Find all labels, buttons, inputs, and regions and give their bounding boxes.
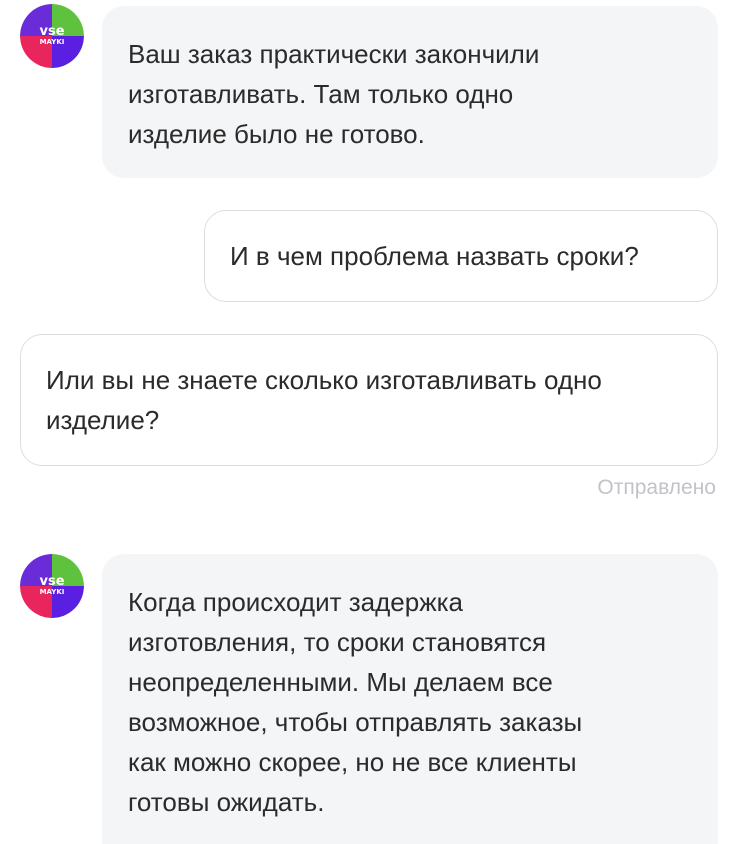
message-text: Или вы не знаете сколько изготавливать о…: [46, 365, 602, 435]
avatar-vse-mayki-logo-icon: vse MAYKI: [20, 554, 84, 618]
message-text: Ваш заказ практически закончили изготавл…: [128, 39, 540, 149]
svg-text:MAYKI: MAYKI: [40, 588, 65, 596]
message-bubble-incoming: Ваш заказ практически закончили изготавл…: [102, 6, 718, 178]
svg-text:MAYKI: MAYKI: [40, 38, 65, 46]
message-bubble-incoming: Когда происходит задержка изготовления, …: [102, 554, 718, 844]
vse-mayki-logo-icon: vse MAYKI: [20, 554, 84, 618]
message-bubble-outgoing: И в чем проблема назвать сроки?: [204, 210, 718, 302]
message-bubble-outgoing: Или вы не знаете сколько изготавливать о…: [20, 334, 718, 466]
sent-status: Отправлено: [597, 476, 716, 499]
message-text: Когда происходит задержка изготовления, …: [128, 587, 583, 817]
message-text: И в чем проблема назвать сроки?: [230, 241, 639, 271]
vse-mayki-logo-icon: vse MAYKI: [20, 4, 84, 68]
svg-text:vse: vse: [39, 24, 64, 39]
svg-text:vse: vse: [39, 574, 64, 589]
avatar-vse-mayki-logo-icon: vse MAYKI: [20, 4, 84, 68]
